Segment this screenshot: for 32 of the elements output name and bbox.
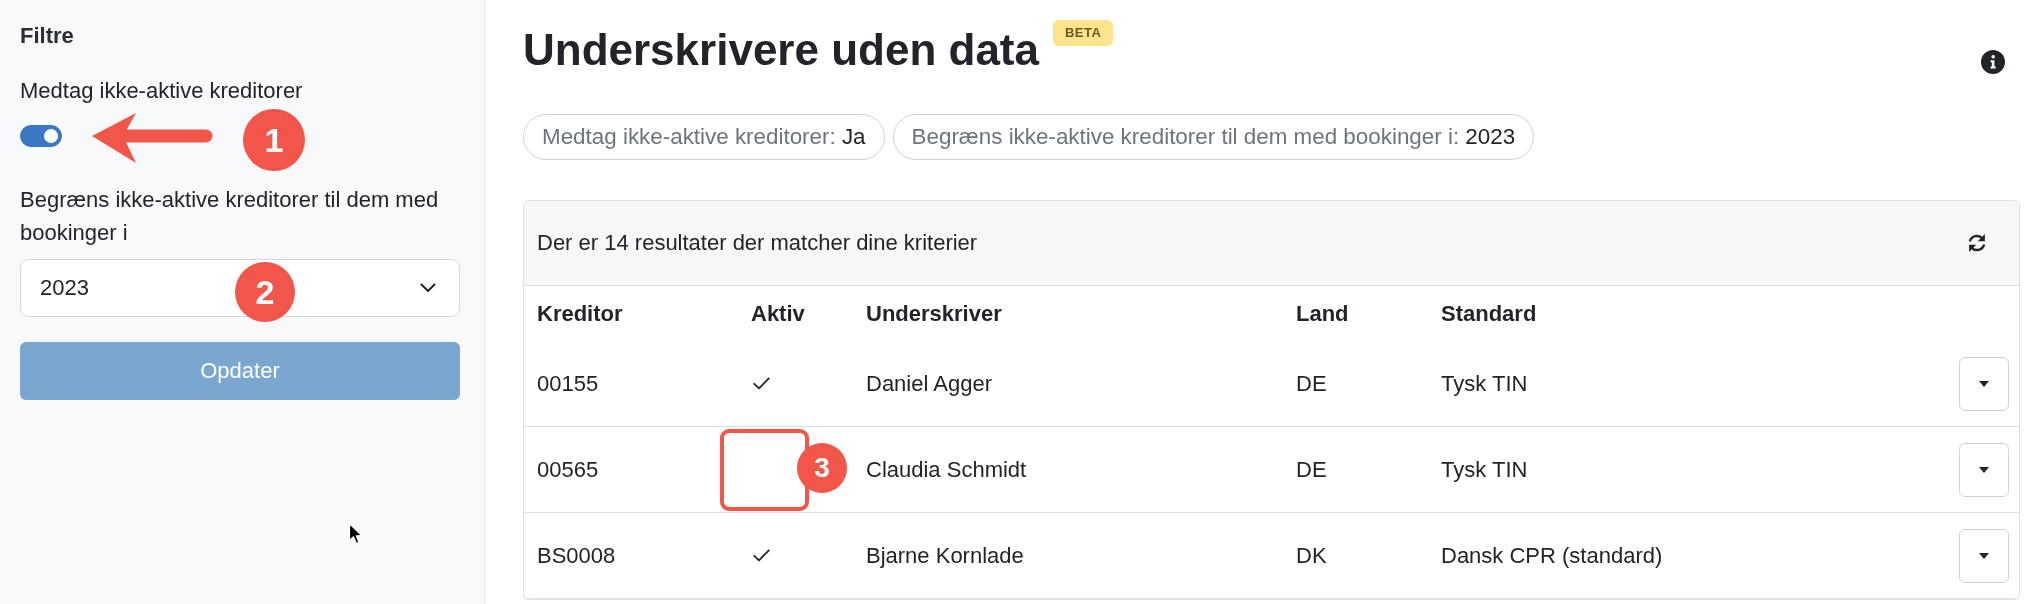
column-header: Kreditor bbox=[537, 300, 623, 327]
refresh-icon[interactable] bbox=[1966, 232, 1988, 254]
caret-down-icon bbox=[1979, 380, 1989, 387]
beta-badge: BETA bbox=[1052, 20, 1114, 46]
column-header: Land bbox=[1296, 300, 1349, 327]
table-cell: 00155 bbox=[537, 370, 599, 397]
toggle-switch[interactable] bbox=[20, 125, 62, 147]
select-label: Begræns ikke-aktive kreditorer til dem med bookinger i bbox=[20, 186, 440, 247]
caret-down-icon bbox=[1979, 552, 1989, 559]
column-header: Standard bbox=[1441, 300, 1537, 327]
toggle-label: Medtag ikke-aktive kreditorer bbox=[20, 77, 303, 105]
chevron-down-icon bbox=[420, 283, 436, 293]
sidebar-title: Filtre bbox=[20, 22, 74, 50]
results-summary: Der er 14 resultater der matcher dine kriterier bbox=[537, 230, 978, 256]
table-cell: 00565 bbox=[537, 456, 599, 483]
table-cell: Claudia Schmidt bbox=[866, 456, 1027, 483]
number-badge: 3 bbox=[797, 443, 847, 493]
table-cell: Tysk TIN bbox=[1441, 370, 1528, 397]
table-cell: Dansk CPR (standard) bbox=[1441, 542, 1663, 569]
caret-down-icon bbox=[1979, 466, 1989, 473]
table-cell: Daniel Agger bbox=[866, 370, 992, 397]
table-cell: Bjarne Kornlade bbox=[866, 542, 1024, 569]
page-title: Underskrivere uden data bbox=[523, 24, 1039, 76]
table-cell: BS0008 bbox=[537, 542, 616, 569]
info-icon[interactable] bbox=[1981, 50, 2005, 74]
table-cell: DE bbox=[1296, 456, 1327, 483]
column-header: Underskriver bbox=[866, 300, 1002, 327]
table-cell: DE bbox=[1296, 370, 1327, 397]
number-badge: 1 bbox=[243, 109, 305, 171]
table-cell: Tysk TIN bbox=[1441, 456, 1528, 483]
column-header: Aktiv bbox=[751, 300, 805, 327]
table-cell: DK bbox=[1296, 542, 1327, 569]
